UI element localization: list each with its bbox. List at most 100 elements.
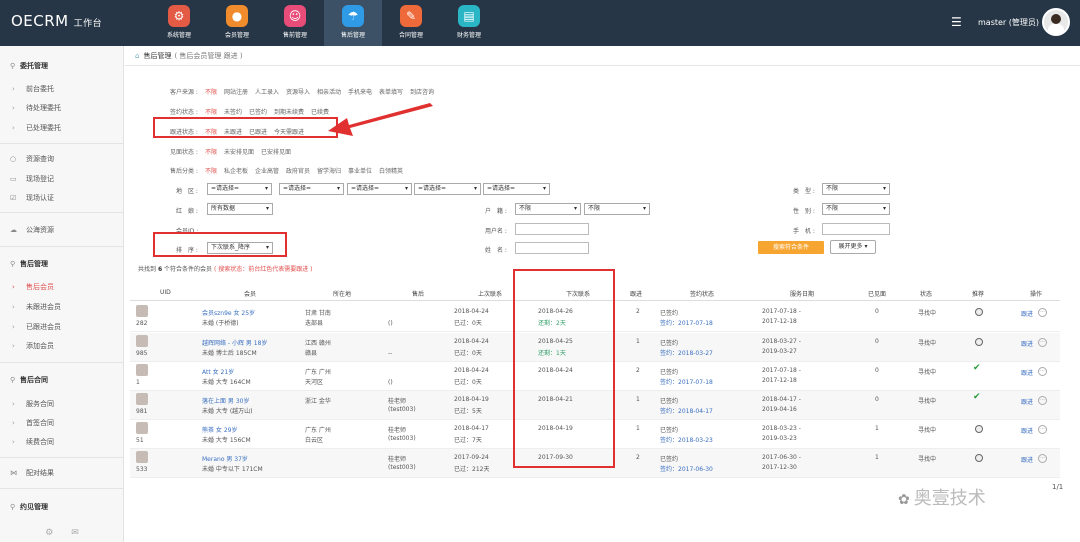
- member-name[interactable]: 会员szn9e 女 25岁: [202, 308, 255, 317]
- sidebar-item-aftersale-members[interactable]: › 售后会员: [0, 279, 124, 294]
- recommend-icon[interactable]: [975, 454, 983, 462]
- filter-option[interactable]: 不限: [205, 107, 217, 116]
- gender-select[interactable]: 不限 ▾: [822, 203, 890, 215]
- sidebar-item-resource-query[interactable]: ○ 资源查询: [0, 151, 124, 167]
- more-icon[interactable]: ···: [1038, 308, 1047, 317]
- area-select-4[interactable]: =请选择= ▾: [414, 183, 481, 195]
- more-icon[interactable]: ···: [1038, 367, 1047, 376]
- module-finance[interactable]: ▤ 财务管理: [440, 0, 498, 46]
- sidebar-item-front-commission[interactable]: › 前台委托: [0, 81, 124, 96]
- sidebar-item-onsite-verify[interactable]: ☑ 现场认证: [0, 190, 124, 206]
- sidebar-group-commission[interactable]: ⚲ 委托管理: [0, 58, 124, 74]
- col-uid[interactable]: UID: [160, 289, 171, 296]
- filter-option[interactable]: 已安排见面: [261, 147, 291, 156]
- filter-option[interactable]: 不限: [205, 87, 217, 96]
- sidebar-item-match-result[interactable]: ⋈ 配对结果: [0, 465, 124, 481]
- more-icon[interactable]: ···: [1038, 396, 1047, 405]
- col-last-contact[interactable]: 上次联系: [478, 289, 502, 298]
- filter-option[interactable]: 未签约: [224, 107, 242, 116]
- sidebar-item-pending-commission[interactable]: › 待处理委托: [0, 100, 124, 115]
- more-icon[interactable]: ···: [1038, 454, 1047, 463]
- follow-link[interactable]: 跟进: [1021, 397, 1033, 406]
- user-name[interactable]: master (管理员): [978, 17, 1039, 28]
- filter-option[interactable]: 不限: [205, 166, 217, 175]
- gear-icon[interactable]: ⚙: [45, 528, 53, 538]
- pagination[interactable]: 1/1: [1052, 483, 1063, 491]
- expand-more-button[interactable]: 展开更多 ▾: [830, 240, 876, 254]
- member-photo[interactable]: [136, 451, 148, 463]
- filter-option[interactable]: 留学海归: [317, 166, 341, 175]
- module-presale[interactable]: ☺ 售前管理: [266, 0, 324, 46]
- filter-option[interactable]: 到期未续费: [274, 107, 304, 116]
- sidebar-item-add-member[interactable]: › 添加会员: [0, 338, 124, 353]
- more-icon[interactable]: ···: [1038, 338, 1047, 347]
- avatar[interactable]: [1042, 8, 1070, 36]
- filter-option[interactable]: 政府官员: [286, 166, 310, 175]
- filter-option[interactable]: 已签约: [249, 107, 267, 116]
- filter-option[interactable]: 手机来电: [348, 87, 372, 96]
- member-photo[interactable]: [136, 393, 148, 405]
- member-name[interactable]: 落在上面 男 30岁: [202, 396, 249, 405]
- area-select-5[interactable]: =请选择= ▾: [483, 183, 550, 195]
- member-name[interactable]: 熊茶 女 29岁: [202, 425, 237, 434]
- hamburger-icon[interactable]: ☰: [951, 15, 962, 29]
- follow-link[interactable]: 跟进: [1021, 339, 1033, 348]
- area-select-2[interactable]: =请选择= ▾: [279, 183, 344, 195]
- sidebar-item-done-commission[interactable]: › 已处理委托: [0, 120, 124, 135]
- filter-option[interactable]: 资源导入: [286, 87, 310, 96]
- filter-option[interactable]: 相亲活动: [317, 87, 341, 96]
- phone-input[interactable]: [822, 223, 890, 235]
- follow-link[interactable]: 跟进: [1021, 368, 1033, 377]
- hukou-select-2[interactable]: 不限 ▾: [584, 203, 650, 215]
- follow-link[interactable]: 跟进: [1021, 455, 1033, 464]
- recommend-icon[interactable]: [975, 338, 983, 346]
- member-photo[interactable]: [136, 422, 148, 434]
- search-button[interactable]: 搜索符合条件: [758, 241, 824, 254]
- sidebar-item-followed[interactable]: › 已跟进会员: [0, 319, 124, 334]
- sidebar-item-onsite-register[interactable]: ▭ 现场登记: [0, 171, 124, 187]
- hukou-select-1[interactable]: 不限 ▾: [515, 203, 581, 215]
- module-system[interactable]: ⚙ 系统管理: [150, 0, 208, 46]
- home-icon[interactable]: ⌂: [135, 52, 139, 60]
- sidebar-item-public-pool[interactable]: ☁ 公海资源: [0, 222, 124, 238]
- filter-option[interactable]: 人工录入: [255, 87, 279, 96]
- filter-option[interactable]: 表单填写: [379, 87, 403, 96]
- app-logo[interactable]: OECRM 工作台: [11, 12, 102, 30]
- sidebar-item-unfollowed[interactable]: › 未跟进会员: [0, 299, 124, 314]
- filter-option[interactable]: 到店咨询: [410, 87, 434, 96]
- sidebar-group-aftersale[interactable]: ⚲ 售后管理: [0, 256, 124, 272]
- member-name[interactable]: Merano 男 37岁: [202, 454, 248, 463]
- module-members[interactable]: ● 会员管理: [208, 0, 266, 46]
- member-name[interactable]: 越辉网络 - 小辉 男 18岁: [202, 338, 267, 347]
- member-photo[interactable]: [136, 364, 148, 376]
- type-select[interactable]: 不限 ▾: [822, 183, 890, 195]
- filter-option[interactable]: 白领精英: [379, 166, 403, 175]
- filter-option[interactable]: 未安排见面: [224, 147, 254, 156]
- filter-option[interactable]: 事业单位: [348, 166, 372, 175]
- member-name[interactable]: Att 女 21岁: [202, 367, 234, 376]
- more-icon[interactable]: ···: [1038, 425, 1047, 434]
- sidebar-item-first-contract[interactable]: › 首签合同: [0, 415, 124, 430]
- check-icon[interactable]: ✔: [973, 392, 981, 402]
- filter-option[interactable]: 私企老板: [224, 166, 248, 175]
- member-photo[interactable]: [136, 335, 148, 347]
- follow-link[interactable]: 跟进: [1021, 309, 1033, 318]
- area-select-3[interactable]: =请选择= ▾: [347, 183, 412, 195]
- sidebar-group-contracts[interactable]: ⚲ 售后合同: [0, 372, 124, 388]
- username-input[interactable]: [515, 223, 589, 235]
- filter-option[interactable]: 网站注册: [224, 87, 248, 96]
- recommend-icon[interactable]: [975, 308, 983, 316]
- area-select-1[interactable]: =请选择= ▾: [207, 183, 272, 195]
- module-contract[interactable]: ✎ 合同管理: [382, 0, 440, 46]
- name-input[interactable]: [515, 242, 589, 254]
- follow-link[interactable]: 跟进: [1021, 426, 1033, 435]
- matchmaker-select[interactable]: 所有数据 ▾: [207, 203, 273, 215]
- mail-icon[interactable]: ✉: [71, 528, 79, 538]
- member-photo[interactable]: [136, 305, 148, 317]
- filter-option[interactable]: 不限: [205, 147, 217, 156]
- recommend-icon[interactable]: [975, 425, 983, 433]
- check-icon[interactable]: ✔: [973, 363, 981, 373]
- sidebar-item-service-contract[interactable]: › 服务合同: [0, 396, 124, 411]
- sidebar-group-appointment[interactable]: ⚲ 约见管理: [0, 499, 124, 515]
- filter-option[interactable]: 企业高管: [255, 166, 279, 175]
